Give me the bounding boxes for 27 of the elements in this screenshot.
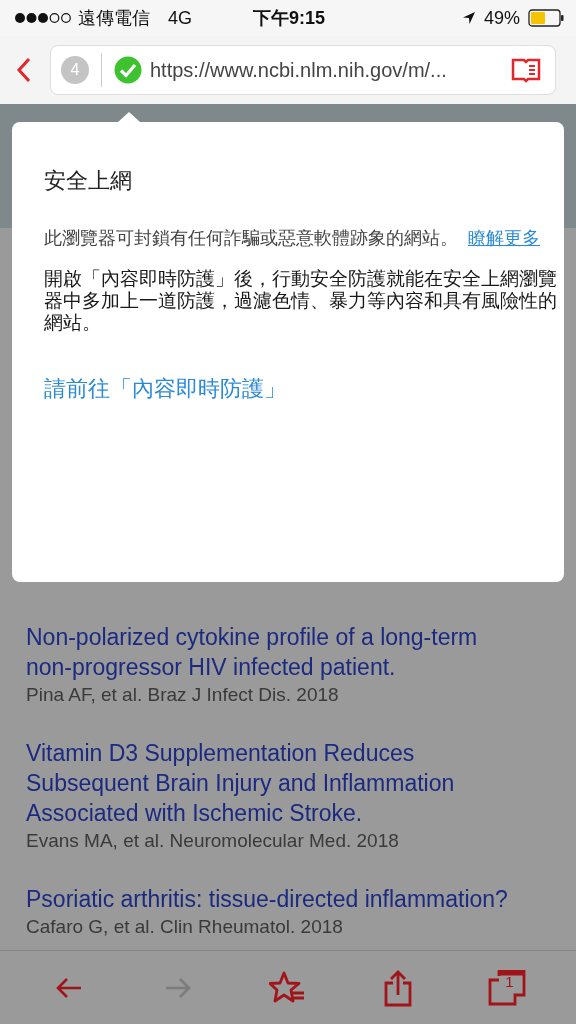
tab-count[interactable]: 1 — [505, 972, 514, 990]
clock-time: 下午9:15 — [253, 7, 325, 30]
share-icon[interactable] — [382, 968, 413, 1007]
article-link[interactable]: Vitamin D3 Supplementation Reduces Subsequent Brain Injury and Inflammation Associated with Ischemic Stroke. — [26, 738, 526, 828]
article-citation: Cafaro G, et al. Clin Rheumatol. 2018 — [26, 915, 344, 939]
popup-title: 安全上網 — [44, 167, 133, 195]
network-type: 4G — [168, 7, 192, 29]
learn-more-link[interactable]: 瞭解更多 — [468, 226, 540, 250]
article-link[interactable]: Psoriatic arthritis: tissue-directed inflammation? — [26, 884, 526, 914]
popup-body: 開啟「內容即時防護」後，行動安全防護就能在安全上網瀏覽器中多加上一道防護，過濾色情、暴力等內容和具有風險性的網站。 — [44, 268, 558, 334]
check-icon — [114, 56, 142, 84]
article-link[interactable]: Non-polarized cytokine profile of a long-term non-progressor HIV infected patient. — [26, 622, 526, 682]
article-citation: Pina AF, et al. Braz J Infect Dis. 2018 — [26, 683, 340, 707]
address-bar[interactable]: 4 https://www.ncbi.nlm.nih.gov/m/... — [50, 45, 556, 95]
star-list-icon[interactable] — [269, 970, 307, 1005]
battery-percent: 49% — [483, 7, 520, 29]
signal-icon — [14, 12, 72, 24]
settings-link[interactable]: 請前往「內容即時防護」 — [44, 374, 286, 404]
back-icon[interactable] — [16, 57, 32, 83]
tabs-icon[interactable] — [487, 969, 528, 1006]
article-citation: Evans MA, et al. Neuromolecular Med. 2018 — [26, 829, 400, 853]
battery-icon — [528, 9, 564, 27]
location-arrow-icon — [461, 11, 476, 25]
popup-description: 此瀏覽器可封鎖有任何詐騙或惡意軟體跡象的網站。 — [44, 227, 458, 250]
book-icon[interactable] — [511, 57, 541, 83]
url-text: https://www.ncbi.nlm.nih.gov/m/... — [150, 58, 448, 82]
carrier-name: 遠傳電信 — [78, 7, 150, 30]
